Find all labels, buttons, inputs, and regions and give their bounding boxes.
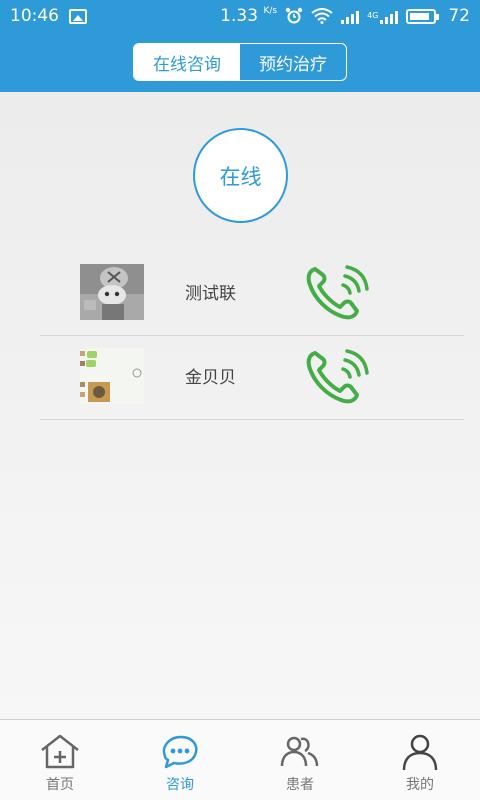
main-content: 在线 测试联 金贝贝 — [0, 92, 480, 719]
contact-list: 测试联 金贝贝 — [40, 252, 464, 420]
avatar — [80, 348, 144, 404]
tab-consult-label: 咨询 — [166, 777, 194, 793]
tab-home-label: 首页 — [46, 777, 74, 793]
network-speed: 1.33 K/s — [220, 6, 278, 26]
online-status-label: 在线 — [219, 164, 262, 189]
status-time: 10:46 — [10, 6, 59, 26]
contact-name: 金贝贝 — [185, 368, 236, 388]
signal-icon-2 — [380, 9, 399, 24]
tab-home[interactable]: 首页 — [0, 720, 120, 800]
phone-call-icon[interactable] — [305, 261, 369, 321]
tab-patients-label: 患者 — [286, 777, 314, 793]
tab-consult[interactable]: 咨询 — [120, 720, 240, 800]
contact-name: 测试联 — [185, 284, 236, 304]
avatar — [80, 264, 144, 320]
bottom-tab-bar: 首页 咨询 患者 我的 — [0, 719, 480, 800]
phone-call-icon[interactable] — [305, 345, 369, 405]
battery-icon — [406, 8, 440, 24]
network-type: 4G — [367, 11, 379, 20]
contact-row[interactable]: 金贝贝 — [40, 336, 464, 420]
header: 在线咨询 预约治疗 — [0, 32, 480, 92]
online-status-circle: 在线 — [193, 128, 288, 223]
tab-online-consult[interactable]: 在线咨询 — [134, 44, 240, 80]
alarm-icon — [285, 7, 303, 24]
chat-bubble-icon — [162, 735, 198, 769]
home-icon — [41, 734, 79, 769]
tab-patients[interactable]: 患者 — [240, 720, 360, 800]
patients-icon — [280, 736, 319, 767]
tab-mine-label: 我的 — [406, 777, 434, 793]
signal-icon — [341, 9, 360, 24]
contact-row[interactable]: 测试联 — [40, 252, 464, 336]
segmented-control: 在线咨询 预约治疗 — [133, 43, 347, 81]
tab-appointment[interactable]: 预约治疗 — [240, 44, 346, 80]
tab-mine[interactable]: 我的 — [360, 720, 480, 800]
status-bar: 10:46 1.33 K/s 4G 72 — [0, 0, 480, 32]
wifi-icon — [311, 8, 333, 24]
image-icon — [69, 8, 87, 24]
user-icon — [402, 734, 438, 771]
battery-level: 72 — [448, 6, 470, 26]
